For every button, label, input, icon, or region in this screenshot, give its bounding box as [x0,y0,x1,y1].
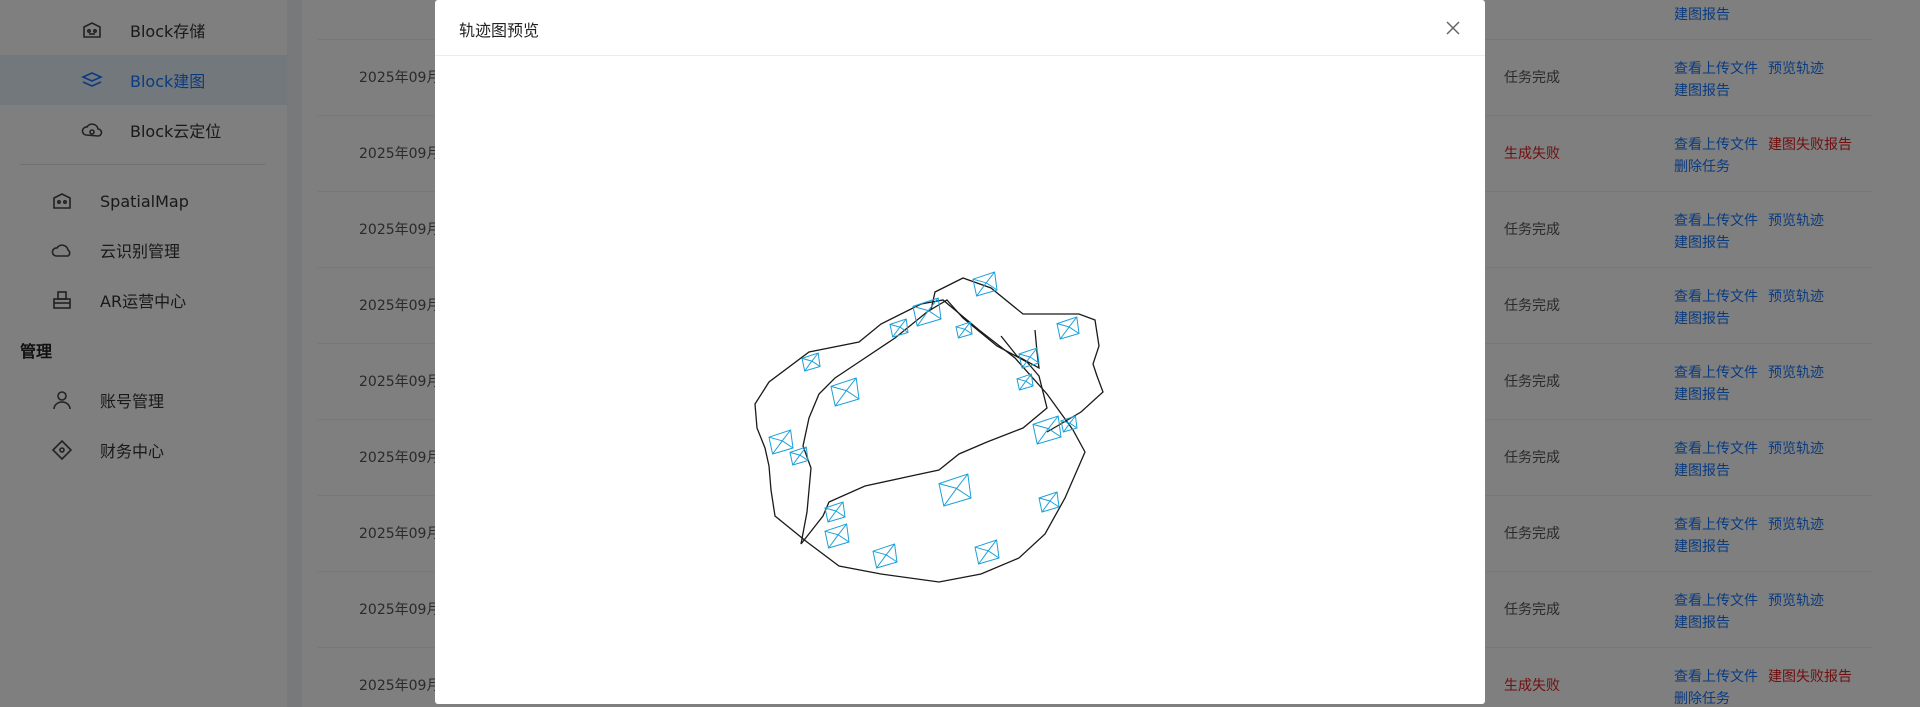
camera-frustum-marker [789,446,809,466]
camera-frustum-marker [974,539,1000,565]
camera-frustum-marker [1038,491,1060,513]
camera-frustum-marker [872,543,898,569]
trajectory-graph [754,271,1104,583]
trajectory-path [800,299,1048,545]
camera-frustum-marker [824,523,850,549]
camera-frustum-marker [830,377,860,407]
camera-frustum-marker [912,297,942,327]
modal-header: 轨迹图预览 [435,0,1485,56]
modal-title: 轨迹图预览 [459,21,540,40]
close-icon[interactable] [1441,16,1465,40]
camera-frustum-marker [1056,316,1080,340]
trajectory-canvas [435,56,1485,704]
camera-frustum-marker [1060,415,1078,433]
camera-frustum-marker [768,429,794,455]
camera-frustum-marker [938,473,972,507]
trajectory-preview-modal: 轨迹图预览 [435,0,1485,704]
camera-frustum-marker [972,271,998,297]
camera-frustum-marker [955,321,973,339]
camera-frustum-marker [1032,415,1062,445]
